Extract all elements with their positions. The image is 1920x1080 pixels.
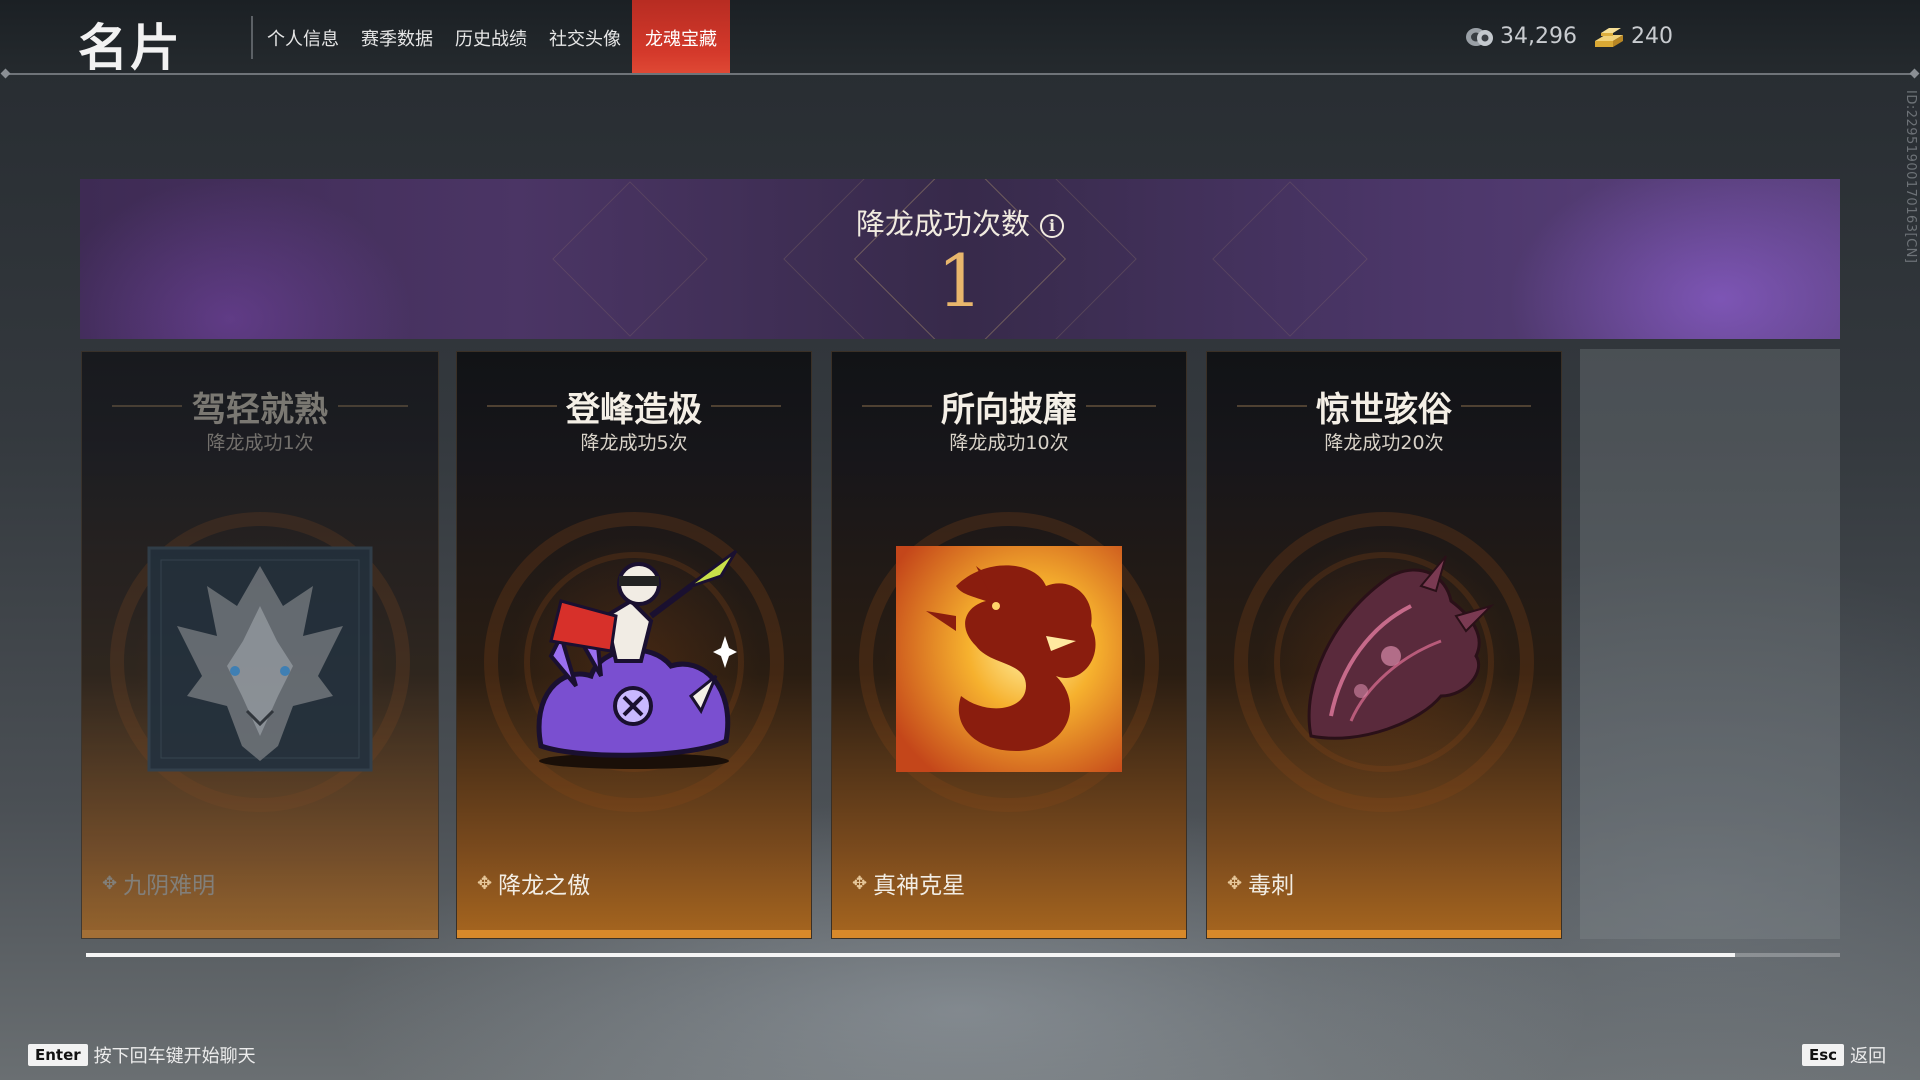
card-bottom-bar [82, 930, 438, 938]
tab-bar: 个人信息 赛季数据 历史战绩 社交头像 龙魂宝藏 [256, 0, 730, 75]
ornate-gauntlet-icon [1307, 555, 1495, 740]
card-bottom-bar [832, 930, 1186, 938]
card-bottom-bar [457, 930, 811, 938]
card-title: 惊世骇俗 [1316, 390, 1452, 430]
dragon-count-banner: 降龙成功次数 i 1 [80, 179, 1840, 339]
reward-glyph-icon: ✥ [1227, 872, 1243, 894]
tab-dragon-soul-treasure[interactable]: 龙魂宝藏 [632, 0, 730, 75]
card-reward: ✥ 九阴难明 [102, 866, 215, 900]
card-reward: ✥ 真神克星 [852, 866, 965, 900]
card-requirement: 降龙成功1次 [206, 432, 314, 454]
banner-title: 降龙成功次数 i [80, 201, 1840, 243]
card-reward-text: 降龙之傲 [498, 873, 591, 899]
reward-card[interactable]: 登峰造极 降龙成功5次 ✥ 降龙之傲 [456, 351, 812, 939]
reward-card[interactable]: 所向披靡 降龙成功10次 ✥ 真神克星 [831, 351, 1187, 939]
reward-card[interactable]: 驾轻就熟 降龙成功1次 ✥ 九阴难明 [81, 351, 439, 939]
card-title: 登峰造极 [566, 390, 702, 430]
horizontal-scrollbar[interactable] [86, 953, 1840, 957]
reward-glyph-icon: ✥ [477, 872, 493, 894]
currency-b-value: 240 [1631, 24, 1673, 49]
card-title: 所向披靡 [941, 390, 1077, 430]
page-title: 名片 [78, 19, 182, 77]
back-button-label: 返回 [1850, 1046, 1887, 1067]
reward-glyph-icon: ✥ [102, 872, 118, 894]
title-divider [251, 16, 253, 59]
currency-b: 240 [1593, 24, 1673, 49]
reward-card[interactable]: 惊世骇俗 降龙成功20次 ✥ 毒刺 [1206, 351, 1562, 939]
esc-key-badge: Esc [1802, 1044, 1845, 1066]
card-title: 驾轻就熟 [192, 390, 328, 430]
fire-dragon-icon [896, 546, 1122, 772]
gold-bar-icon [1595, 27, 1623, 47]
card-requirement: 降龙成功20次 [1324, 432, 1444, 454]
card-reward-text: 毒刺 [1248, 873, 1295, 899]
card-requirement: 降龙成功5次 [580, 432, 688, 454]
dragon-count-value: 1 [937, 239, 983, 323]
card-bottom-bar [1207, 930, 1561, 938]
empty-card-slot [1580, 349, 1840, 939]
top-bar-divider [8, 73, 1912, 75]
reward-glyph-icon: ✥ [852, 872, 868, 894]
chat-hint[interactable]: Enter 按下回车键开始聊天 [28, 1042, 256, 1068]
silver-dragon-mask-icon [147, 546, 373, 772]
tab-season-stats[interactable]: 赛季数据 [350, 0, 444, 75]
info-icon[interactable]: i [1040, 214, 1064, 238]
top-bar: 名片 个人信息 赛季数据 历史战绩 社交头像 龙魂宝藏 34,296 240 [0, 0, 1920, 77]
card-requirement: 降龙成功10次 [949, 432, 1069, 454]
coin-stack-icon [1466, 27, 1493, 46]
currency-a: 34,296 [1464, 24, 1577, 49]
banner-title-text: 降龙成功次数 [855, 207, 1030, 241]
enter-key-badge: Enter [28, 1044, 88, 1066]
tab-match-history[interactable]: 历史战绩 [444, 0, 538, 75]
card-reward: ✥ 降龙之傲 [477, 866, 590, 900]
scrollbar-thumb[interactable] [86, 953, 1735, 957]
tab-profile[interactable]: 个人信息 [256, 0, 350, 75]
card-reward: ✥ 毒刺 [1227, 866, 1294, 900]
hero-on-purple-dragon-icon [536, 549, 738, 769]
currency-a-value: 34,296 [1500, 24, 1577, 49]
card-reward-text: 九阴难明 [123, 873, 216, 899]
player-id-label: ID:22951900170163[CN] [1903, 90, 1918, 264]
card-reward-text: 真神克星 [873, 873, 966, 899]
chat-hint-text: 按下回车键开始聊天 [93, 1046, 256, 1067]
tab-social-avatar[interactable]: 社交头像 [538, 0, 632, 75]
back-button[interactable]: Esc 返回 [1802, 1042, 1886, 1068]
